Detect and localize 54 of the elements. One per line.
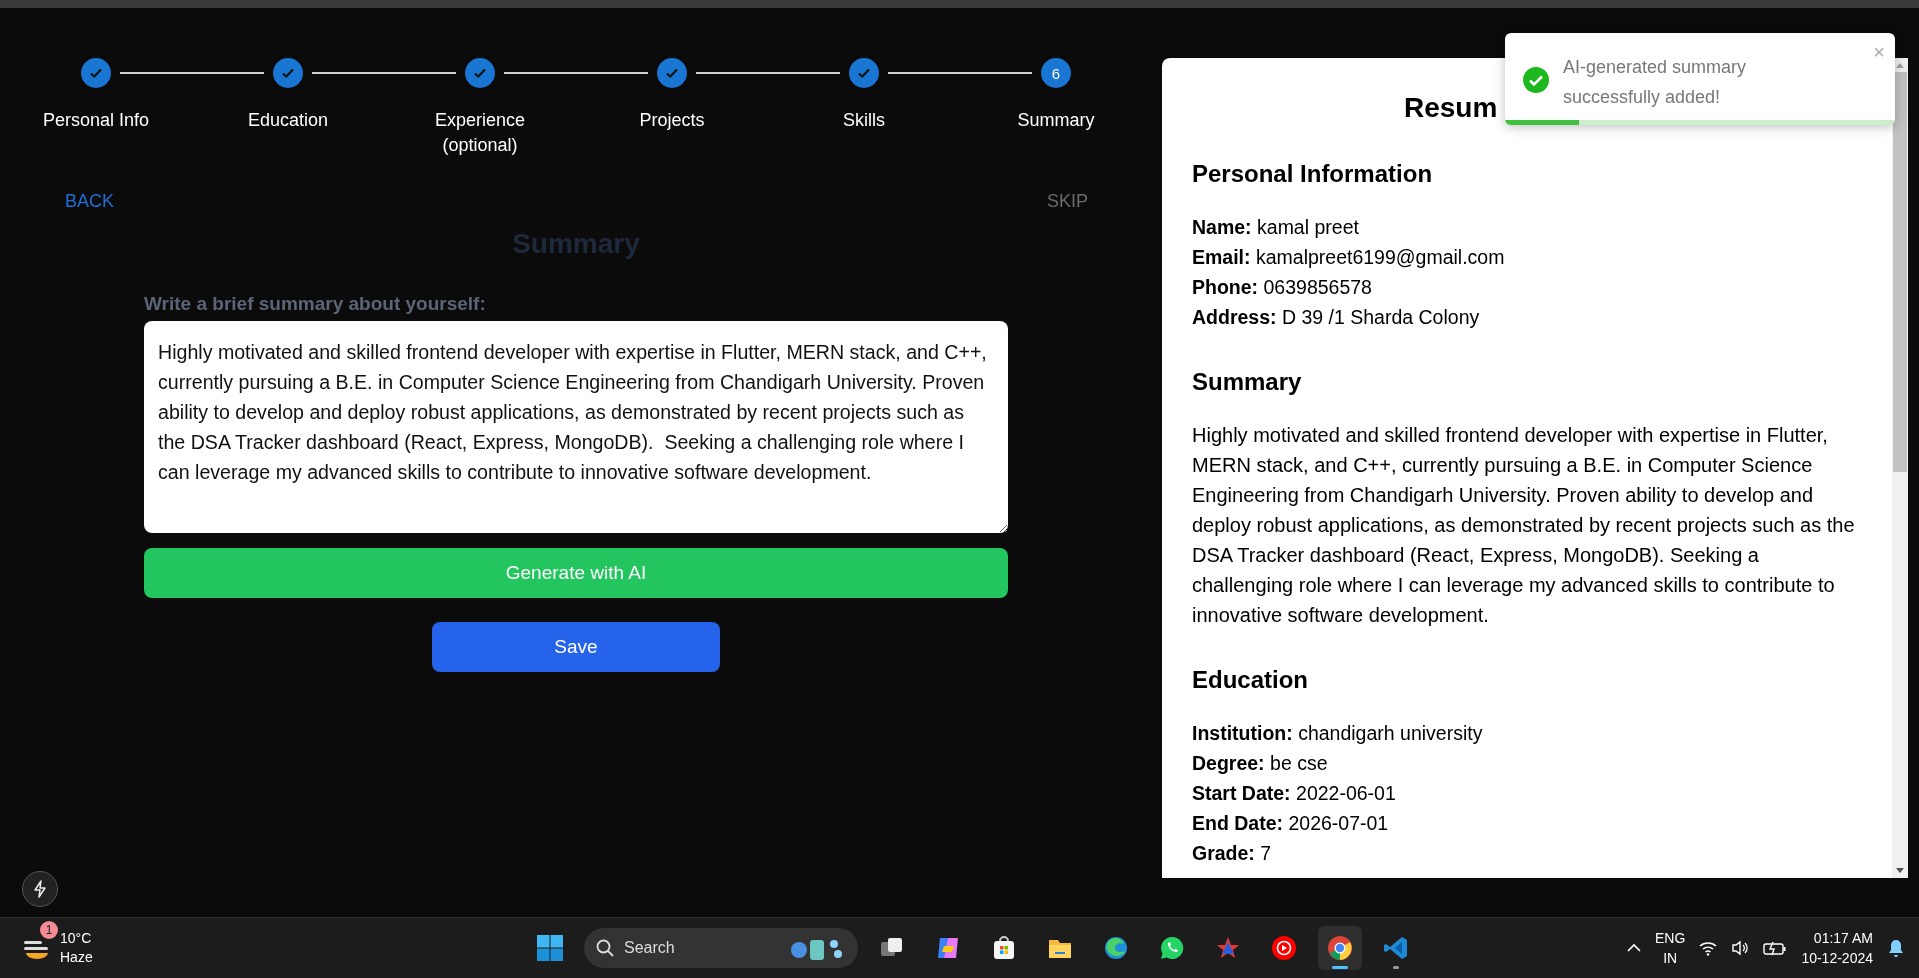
scroll-down-icon[interactable] bbox=[1896, 868, 1904, 874]
search-field[interactable]: Search bbox=[584, 928, 858, 968]
clock-time[interactable]: 01:17 AM bbox=[1813, 928, 1873, 948]
step-label: Summary bbox=[1016, 109, 1096, 132]
step-label: Skills bbox=[842, 109, 886, 132]
summary-field[interactable]: Highly motivated and skilled frontend developer with expertise in Flutter, MERN stack, and C++, currently pursuing a B.E. in Computer Science Engineering from Chandigarh University. Proven ability to develop and deploy robust applications, as demonstrated by recent projects such as the DSA Tracker dashboard (React, Express, MongoDB). Seeking a challenging role where I can leverage my advanced skills to contribute to innovative software development. bbox=[144, 321, 1008, 533]
battery-icon[interactable] bbox=[1763, 940, 1788, 956]
chrome-icon bbox=[1326, 934, 1354, 962]
step-label: Personal Info bbox=[41, 109, 151, 132]
resume-field: Name: kamal preet bbox=[1192, 212, 1862, 242]
notification-badge: 1 bbox=[40, 921, 58, 939]
skip-link[interactable]: SKIP bbox=[1046, 191, 1088, 212]
taskbar-app[interactable] bbox=[1318, 926, 1362, 970]
lightning-button[interactable] bbox=[22, 871, 58, 907]
resume-field: Degree: be cse bbox=[1192, 748, 1862, 778]
weather-condition: Haze bbox=[60, 948, 93, 967]
resume-field: Start Date: 2022-06-01 bbox=[1192, 778, 1862, 808]
save-button[interactable]: Save bbox=[432, 622, 720, 672]
scrollbar[interactable] bbox=[1892, 58, 1908, 878]
toast-message: AI-generated summary successfully added! bbox=[1563, 56, 1748, 109]
resume-title: Resum bbox=[1404, 92, 1498, 124]
resume-field: Address: D 39 /1 Sharda Colony bbox=[1192, 302, 1862, 332]
search-icon bbox=[596, 939, 614, 957]
wifi-icon[interactable] bbox=[1699, 940, 1718, 956]
resume-field: Phone: 0639856578 bbox=[1192, 272, 1862, 302]
windows-icon bbox=[536, 934, 564, 962]
play-icon bbox=[1270, 934, 1298, 962]
resume-field: Institution: chandigarh university bbox=[1192, 718, 1862, 748]
code-editor-icon bbox=[1382, 934, 1410, 962]
back-link[interactable]: BACK bbox=[65, 191, 115, 212]
step-marker: 6 bbox=[1041, 58, 1071, 88]
resume-section-heading: Summary bbox=[1192, 368, 1303, 396]
edge-icon bbox=[1102, 934, 1130, 962]
clock-date[interactable]: 10-12-2024 bbox=[1801, 948, 1873, 968]
step-label: Education bbox=[246, 109, 330, 132]
resume-section-heading: Personal Information bbox=[1192, 160, 1434, 188]
success-icon bbox=[1523, 67, 1549, 93]
step-label: Projects bbox=[638, 109, 706, 132]
resume-field: Email: kamalpreet6199@gmail.com bbox=[1192, 242, 1862, 272]
field-label: Write a brief summary about yourself: bbox=[144, 293, 487, 315]
lightning-icon bbox=[32, 880, 48, 898]
scroll-up-icon[interactable] bbox=[1896, 62, 1904, 68]
resume-section-heading: Education bbox=[1192, 666, 1309, 694]
language[interactable]: ENG bbox=[1655, 928, 1686, 948]
resume-field: Grade: 7 bbox=[1192, 838, 1862, 868]
chevron-up-icon[interactable] bbox=[1627, 943, 1642, 953]
resume-summary: Highly motivated and skilled frontend developer with expertise in Flutter, MERN stack, and C++, currently pursuing a B.E. in Computer Science Engineering from Chandigarh University. Proven ability to develop and deploy robust applications, as demonstrated by recent projects such as the DSA Tracker dashboard (React, Express, MongoDB). Seeking a challenging role where I can leverage my advanced skills to contribute to innovative software development. bbox=[1192, 423, 1856, 628]
region[interactable]: IN bbox=[1663, 948, 1678, 968]
temperature: 10°C bbox=[60, 929, 93, 948]
bell-icon[interactable] bbox=[1887, 938, 1905, 958]
resume-field: End Date: 2026-07-01 bbox=[1192, 808, 1862, 838]
volume-icon[interactable] bbox=[1731, 940, 1750, 956]
step-label: Experience (optional) bbox=[433, 109, 527, 157]
chat-icon bbox=[1158, 934, 1186, 962]
